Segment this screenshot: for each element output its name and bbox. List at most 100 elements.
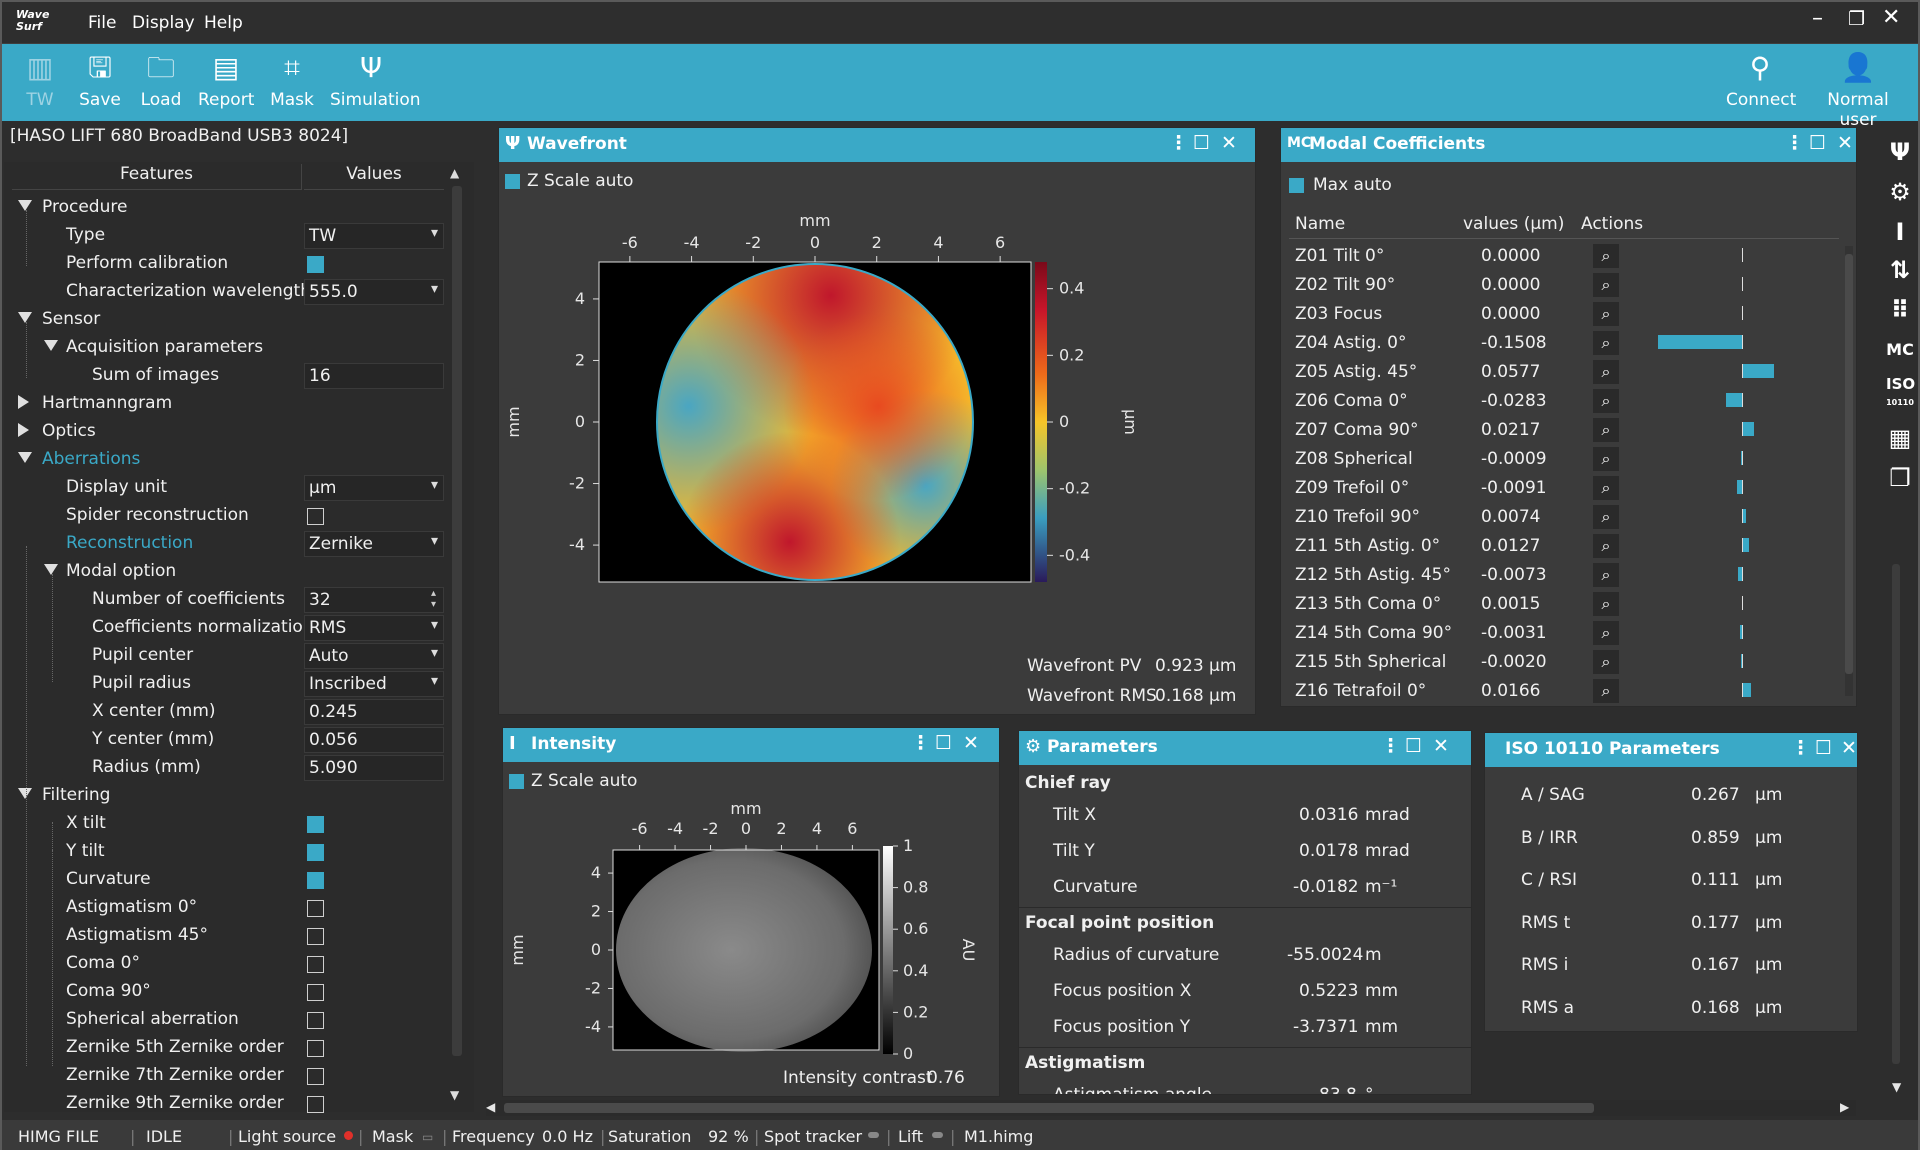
tree-dropdown[interactable]: RMS [304,615,444,641]
tree-dropdown[interactable]: TW [304,223,444,249]
expand-arrow-icon[interactable] [18,312,32,323]
close-icon[interactable]: ✕ [963,732,979,754]
tree-spinbox[interactable]: 32 [304,587,444,613]
zoom-search-icon[interactable]: ⌕ [1593,650,1619,674]
parameters-dock-icon[interactable]: ⚙ [1886,178,1914,206]
tree-row[interactable]: Spherical aberration [4,1006,449,1034]
report-button[interactable]: ▤ Report [198,52,254,111]
zoom-search-icon[interactable]: ⌕ [1593,679,1619,703]
tree-row[interactable]: Coma 90° [4,978,449,1006]
zoom-search-icon[interactable]: ⌕ [1593,418,1619,442]
expand-arrow-icon[interactable] [18,788,32,799]
maximize-icon[interactable]: ☐ [1405,735,1422,757]
tree-checkbox[interactable] [307,1012,324,1029]
intensity-dock-icon[interactable]: I [1886,218,1914,246]
minimize-icon[interactable]: – [1812,6,1823,31]
zoom-search-icon[interactable]: ⌕ [1593,244,1619,268]
menu-display[interactable]: Display [132,13,195,33]
tree-dropdown[interactable]: Inscribed [304,671,444,697]
iso-dock-icon[interactable]: ISO 10110 [1886,376,1915,407]
modal-scroll-thumb[interactable] [1845,254,1853,674]
tree-row[interactable]: Radius (mm) 5.090 [4,754,449,782]
maximize-icon[interactable]: ☐ [1815,737,1832,759]
scroll-right-icon[interactable]: ▶ [1840,1100,1849,1114]
zoom-search-icon[interactable]: ⌕ [1593,360,1619,384]
tree-row[interactable]: Aberrations [4,446,449,474]
close-icon[interactable]: ✕ [1221,132,1237,154]
modal-scrollbar[interactable] [1845,246,1853,696]
menu-help[interactable]: Help [204,13,243,33]
wavefront-zscale-checkbox[interactable] [505,174,520,189]
zoom-search-icon[interactable]: ⌕ [1593,592,1619,616]
tree-text-field[interactable]: 5.090 [304,755,444,781]
tree-checkbox[interactable] [307,844,324,861]
expand-arrow-icon[interactable] [44,564,58,575]
tree-row[interactable]: Modal option [4,558,449,586]
tree-text-field[interactable]: 0.245 [304,699,444,725]
zoom-search-icon[interactable]: ⌕ [1593,621,1619,645]
tree-row[interactable]: Sum of images 16 [4,362,449,390]
tree-row[interactable]: Spider reconstruction [4,502,449,530]
dock-scroll-down-icon[interactable]: ▼ [1892,1080,1901,1094]
tree-row[interactable]: Zernike 9th Zernike order [4,1090,449,1118]
tree-checkbox[interactable] [307,872,324,889]
panel-menu-icon[interactable]: ⋮ [1791,737,1810,759]
panel-menu-icon[interactable]: ⋮ [1169,132,1188,154]
expand-arrow-icon[interactable] [44,340,58,351]
connect-button[interactable]: ⚲ Connect [1726,52,1796,111]
tree-row[interactable]: Zernike 7th Zernike order [4,1062,449,1090]
tree-dropdown[interactable]: Zernike [304,531,444,557]
expand-arrow-icon[interactable] [18,200,32,211]
tree-row[interactable]: Curvature [4,866,449,894]
tree-row[interactable]: Y tilt [4,838,449,866]
zoom-search-icon[interactable]: ⌕ [1593,447,1619,471]
tree-checkbox[interactable] [307,1068,324,1085]
tree-text-field[interactable]: 16 [304,363,444,389]
tree-row[interactable]: Hartmanngram [4,390,449,418]
tree-scrollbar[interactable]: ▲ ▼ [450,164,464,1104]
zoom-search-icon[interactable]: ⌕ [1593,273,1619,297]
tree-row[interactable]: Procedure [4,194,449,222]
close-icon[interactable]: ✕ [1841,737,1857,759]
menu-file[interactable]: File [88,13,116,33]
panel-menu-icon[interactable]: ⋮ [911,732,930,754]
tree-checkbox[interactable] [307,508,324,525]
max-auto-checkbox[interactable] [1289,178,1304,193]
normal-user-button[interactable]: 👤 Normal user [1808,52,1908,131]
tree-row[interactable]: X center (mm) 0.245 [4,698,449,726]
tree-row[interactable]: Coefficients normalization RMS [4,614,449,642]
maximize-icon[interactable]: ☐ [935,732,952,754]
tree-row[interactable]: Type TW [4,222,449,250]
zoom-search-icon[interactable]: ⌕ [1593,534,1619,558]
tree-row[interactable]: Filtering [4,782,449,810]
expand-arrow-icon[interactable] [18,452,32,463]
scroll-down-icon[interactable]: ▼ [450,1088,459,1102]
mc-dock-icon[interactable]: MC [1886,336,1914,364]
tree-row[interactable]: Reconstruction Zernike [4,530,449,558]
horizontal-scrollbar[interactable]: ◀ ▶ [486,1100,1856,1116]
tree-row[interactable]: Pupil center Auto [4,642,449,670]
close-icon[interactable]: ✕ [1433,735,1449,757]
panel-menu-icon[interactable]: ⋮ [1381,735,1400,757]
load-button[interactable]: 🗀 Load [139,52,183,111]
dock-scrollbar[interactable] [1892,564,1900,1064]
tw-button[interactable]: ▥ TW [22,52,58,111]
tree-text-field[interactable]: 0.056 [304,727,444,753]
scroll-left-icon[interactable]: ◀ [486,1100,495,1114]
transfer-dock-icon[interactable]: ⇅ [1886,256,1914,284]
save-button[interactable]: 🖫 Save [78,52,122,111]
layout-grid-dock-icon[interactable]: ▦ [1886,424,1914,452]
tree-checkbox[interactable] [307,816,324,833]
restore-icon[interactable]: ❐ [1848,8,1865,30]
wavefront-dock-icon[interactable]: Ψ [1886,138,1914,166]
mask-button[interactable]: ⌗ Mask [270,52,314,111]
zoom-search-icon[interactable]: ⌕ [1593,389,1619,413]
tree-checkbox[interactable] [307,1096,324,1113]
tree-row[interactable]: Sensor [4,306,449,334]
tree-scroll-thumb[interactable] [452,186,462,1056]
collapse-arrow-icon[interactable] [18,423,29,437]
tree-row[interactable]: Characterization wavelength 555.0 [4,278,449,306]
tree-row[interactable]: Number of coefficients 32 ▴▾ [4,586,449,614]
tree-row[interactable]: Perform calibration [4,250,449,278]
tree-checkbox[interactable] [307,256,324,273]
